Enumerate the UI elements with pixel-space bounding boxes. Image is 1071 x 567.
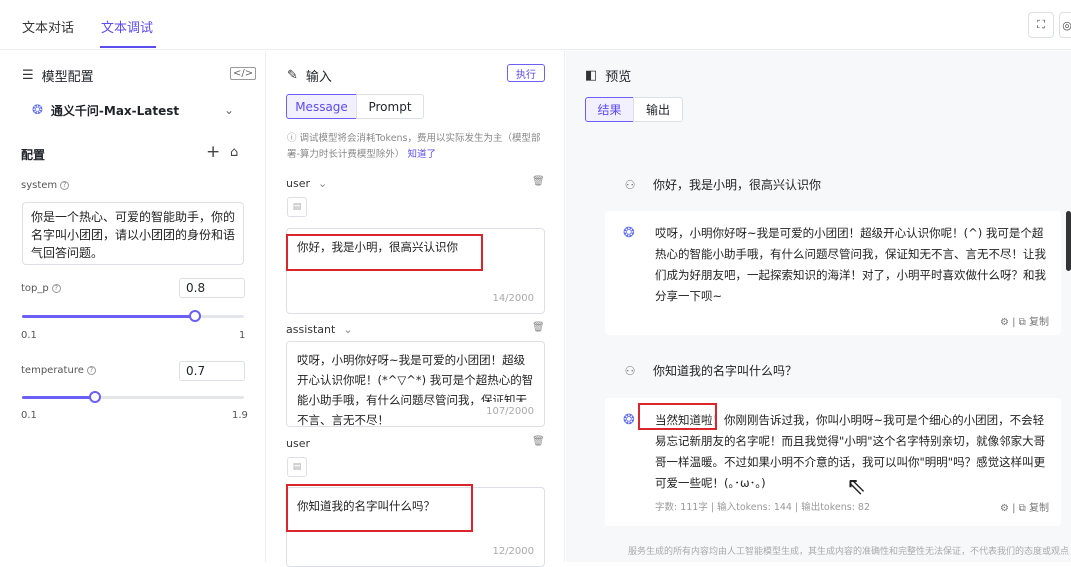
info-icon: ⓘ <box>287 133 300 144</box>
reply-actions[interactable]: ⚙ | ⧉ 复制 <box>1000 499 1049 514</box>
top-bar: 文本对话 文本调试 ⛶ ◎ <box>0 0 1071 50</box>
char-counter: 107/2000 <box>482 402 534 422</box>
tab-message[interactable]: Message <box>286 94 357 119</box>
temperature-input[interactable]: 0.7 <box>179 361 245 381</box>
temperature-min: 0.1 <box>21 410 37 421</box>
token-stats: 字数: 111字 | 输入tokens: 144 | 输出tokens: 82 <box>655 502 871 513</box>
more-icon[interactable]: ◎ <box>1059 12 1071 38</box>
temperature-max: 1.9 <box>232 410 248 421</box>
cost-notice: ⓘ 调试模型将会消耗Tokens，费用以实际发生为主（模型部署-算力时长计费模型… <box>287 133 541 160</box>
tab-output[interactable]: 输出 <box>633 97 683 122</box>
toolbox-icon[interactable]: ⌂ <box>230 145 238 160</box>
model-config-panel: ☰ 模型配置 </> ❂ 通义千问-Max-Latest ⌄ 配置 + ⌂ sy… <box>0 51 266 562</box>
sliders-icon: ☰ <box>22 68 34 83</box>
model-config-header: ☰ 模型配置 <box>22 66 94 85</box>
system-label: system? <box>21 180 70 191</box>
model-config-title: 模型配置 <box>41 70 94 85</box>
config-label: 配置 <box>21 148 46 162</box>
attach-doc-icon[interactable]: ▤ <box>287 457 307 477</box>
expand-icon[interactable]: ⛶ <box>1028 12 1054 38</box>
delete-icon[interactable]: 🗑 <box>532 436 545 447</box>
highlight-box <box>286 234 483 271</box>
user-icon: ⚇ <box>624 177 636 192</box>
mouse-cursor-icon: ⇖ <box>846 472 867 500</box>
chevron-down-icon: ⌄ <box>223 103 234 117</box>
bot-reply-text-1: 哎呀，小明你好呀~我是可爱的小团团！超级开心认识你呢！(^) 我可是个超热心的智… <box>655 226 1046 303</box>
role-select-1[interactable]: user ⌄ <box>286 177 327 190</box>
add-icon[interactable]: + <box>206 142 220 162</box>
role-select-2[interactable]: assistant ⌄ <box>286 323 353 336</box>
top-p-min: 0.1 <box>21 330 37 341</box>
tab-result[interactable]: 结果 <box>585 97 634 122</box>
qwen-logo-icon: ❂ <box>623 225 635 241</box>
message-input-2[interactable]: 哎呀，小明你好呀~我是可爱的小团团！超级开心认识你呢！(*^▽^*) 我可是个超… <box>286 341 545 427</box>
highlight-box <box>638 403 717 430</box>
delete-icon[interactable]: 🗑 <box>532 322 545 333</box>
temperature-label: temperature? <box>21 365 96 376</box>
chevron-down-icon: ⌄ <box>343 323 353 336</box>
scrollbar[interactable] <box>1066 211 1071 271</box>
top-p-label: top_p? <box>21 283 61 294</box>
temperature-slider-fill <box>22 396 96 399</box>
preview-title: 预览 <box>605 70 632 85</box>
qwen-logo-icon: ❂ <box>32 102 43 118</box>
tab-text-chat[interactable]: 文本对话 <box>22 17 74 36</box>
code-icon[interactable]: </> <box>230 67 257 80</box>
delete-icon[interactable]: 🗑 <box>532 176 545 187</box>
help-icon: ? <box>86 365 96 375</box>
preview-panel: ◧ 预览 结果 输出 ⚇ 你好，我是小明，很高兴认识你 ❂ 哎呀，小明你好呀~我… <box>566 51 1071 562</box>
input-title: 输入 <box>305 70 332 85</box>
attach-doc-icon[interactable]: ▤ <box>287 197 307 217</box>
help-icon: ? <box>60 180 70 190</box>
user-icon: ⚇ <box>624 363 636 378</box>
disclaimer: 服务生成的所有内容均由人工智能模型生成，其生成内容的准确性和完整性无法保证，不代… <box>628 547 1070 557</box>
top-p-input[interactable]: 0.8 <box>179 278 245 298</box>
reply-actions[interactable]: ⚙ | ⧉ 复制 <box>1000 313 1049 328</box>
model-name: 通义千问-Max-Latest <box>50 103 180 118</box>
top-p-max: 1 <box>239 330 246 341</box>
user-message-2: ⚇ 你知道我的名字叫什么吗？ <box>624 363 798 379</box>
top-p-slider-fill <box>22 315 196 318</box>
chevron-down-icon: ⌄ <box>318 177 328 190</box>
bot-reply-card-1: ❂ 哎呀，小明你好呀~我是可爱的小团团！超级开心认识你呢！(^) 我可是个超热心… <box>605 211 1061 335</box>
active-tab-underline <box>100 46 156 48</box>
system-prompt-input[interactable]: 你是一个热心、可爱的智能助手，你的名字叫小团团，请以小团团的身份和语气回答问题。 <box>22 202 244 265</box>
tab-text-debug[interactable]: 文本调试 <box>101 17 153 36</box>
qwen-logo-icon: ❂ <box>623 412 635 428</box>
tab-prompt[interactable]: Prompt <box>356 94 424 119</box>
char-counter: 14/2000 <box>492 293 534 304</box>
temperature-slider-knob[interactable] <box>89 391 102 403</box>
edit-icon: ✎ <box>287 68 298 83</box>
model-select[interactable]: ❂ 通义千问-Max-Latest ⌄ <box>22 96 244 124</box>
role-select-3[interactable]: user <box>286 437 310 450</box>
input-panel: ✎ 输入 执行 Message Prompt ⓘ 调试模型将会消耗Tokens，… <box>267 51 565 567</box>
top-p-slider-knob[interactable] <box>189 310 202 322</box>
input-header: ✎ 输入 <box>287 66 332 85</box>
help-icon: ? <box>51 283 61 293</box>
char-counter: 12/2000 <box>492 546 534 557</box>
code-icon: ◧ <box>585 68 598 83</box>
preview-header: ◧ 预览 <box>585 66 631 85</box>
user-message-1: ⚇ 你好，我是小明，很高兴认识你 <box>624 177 822 193</box>
dismiss-notice-link[interactable]: 知道了 <box>407 149 436 160</box>
run-button[interactable]: 执行 <box>507 64 545 82</box>
highlight-box <box>286 484 473 532</box>
